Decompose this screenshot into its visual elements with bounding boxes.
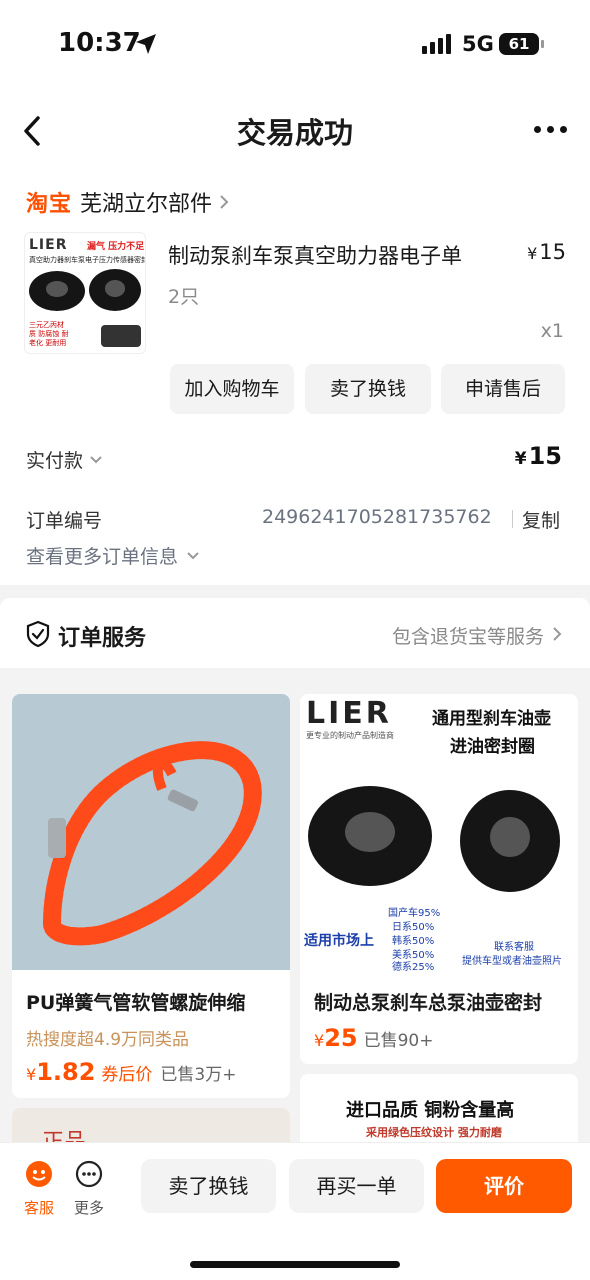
more-order-info-toggle[interactable]: 查看更多订单信息 — [26, 542, 200, 569]
more-options-icon[interactable] — [534, 126, 567, 133]
brand-tagline: 更专业的制动产品制造商 — [306, 731, 394, 740]
rec-price-row: ¥ 1.82 券后价 已售3万+ — [26, 1058, 237, 1086]
network-type: 5G — [462, 32, 494, 56]
market-stat: 韩系50% — [392, 936, 435, 947]
brake-seal-image: LIER 更专业的制动产品制造商 通用型刹车油壶 进油密封圈 适用市场上 国产车… — [300, 694, 578, 973]
product-quantity: x1 — [540, 320, 564, 342]
more-label: 更多 — [73, 1199, 104, 1217]
order-card: 淘宝 芜湖立尔部件 LIER 漏气 压力不足 真空助力器刹车泵电子压力传感器密封… — [0, 170, 590, 585]
paid-amount: ¥15 — [514, 442, 562, 470]
rec-sold-count: 已售3万+ — [160, 1065, 237, 1085]
product-price: ¥15 — [527, 240, 566, 264]
divider — [512, 510, 513, 528]
customer-service-label: 客服 — [23, 1199, 54, 1217]
rec-coupon-label: 券后价 — [101, 1065, 153, 1085]
rec-price: 1.82 — [36, 1058, 96, 1086]
market-stat: 德系25% — [392, 962, 435, 973]
sensor-image — [101, 325, 141, 347]
sell-for-cash-button[interactable]: 卖了换钱 — [141, 1159, 276, 1213]
battery-tip — [541, 40, 544, 48]
customer-service-icon — [26, 1161, 52, 1187]
more-icon — [75, 1160, 103, 1188]
sell-for-cash-button[interactable]: 卖了换钱 — [305, 364, 431, 414]
taobao-logo: 淘宝 — [26, 192, 73, 217]
chevron-right-icon — [553, 627, 562, 641]
image-subtitle: 采用绿色压纹设计 强力耐磨 — [366, 1126, 502, 1139]
recommended-product-card[interactable]: LIER 更专业的制动产品制造商 通用型刹车油壶 进油密封圈 适用市场上 国产车… — [300, 694, 578, 1064]
paid-label: 实付款 — [26, 450, 84, 472]
order-number: 2496241705281735762 — [262, 506, 492, 528]
thumbnail-brand: LIER — [29, 237, 68, 253]
market-label: 适用市场上 — [304, 933, 374, 949]
copy-button[interactable]: 复制 — [522, 506, 560, 533]
location-arrow-icon — [136, 34, 156, 54]
market-stat: 日系50% — [392, 922, 435, 933]
shield-check-icon — [26, 620, 50, 648]
order-number-label: 订单编号 — [26, 510, 103, 532]
image-headline: 进油密封圈 — [450, 737, 535, 757]
customer-service-button[interactable]: 客服 — [14, 1159, 64, 1218]
service-title: 订单服务 — [58, 626, 147, 651]
brand-logo: LIER — [306, 696, 392, 731]
nav-bar: 交易成功 — [0, 90, 590, 170]
rec-title: 制动总泵刹车总泵油壶密封 — [314, 992, 543, 1014]
rec-sold-count: 已售90+ — [363, 1031, 434, 1051]
product-spec: 2只 — [168, 286, 200, 308]
signal-icon — [422, 34, 451, 54]
bottom-action-bar: 客服 更多 卖了换钱 再买一单 评价 — [0, 1142, 590, 1280]
chevron-down-icon — [90, 455, 102, 463]
more-button[interactable]: 更多 — [64, 1159, 114, 1218]
page-title: 交易成功 — [236, 116, 353, 150]
home-indicator — [190, 1261, 400, 1268]
chevron-right-icon — [220, 195, 229, 209]
status-bar: 10:37 5G 61 — [0, 0, 590, 90]
product-thumbnail[interactable]: LIER 漏气 压力不足 真空助力器刹车泵电子压力传感器密封圈 三元乙丙材质 防… — [24, 232, 146, 354]
seal-ring-image — [460, 790, 560, 892]
request-after-sales-button[interactable]: 申请售后 — [441, 364, 565, 414]
seal-ring-image — [89, 269, 141, 311]
image-title: 进口品质 铜粉含量高 — [346, 1100, 515, 1121]
rec-hot-label: 热搜度超4.9万同类品 — [26, 1030, 190, 1050]
product-title[interactable]: 制动泵刹车泵真空助力器电子单 — [168, 240, 462, 270]
contact-label: 联系客服 — [494, 942, 534, 953]
shop-name: 芜湖立尔部件 — [80, 192, 213, 217]
chevron-down-icon — [187, 551, 199, 559]
seal-ring-image — [308, 786, 432, 886]
buy-again-button[interactable]: 再买一单 — [289, 1159, 424, 1213]
paid-amount-toggle[interactable]: 实付款 — [26, 446, 103, 473]
thumbnail-tag: 漏气 压力不足 — [87, 242, 145, 252]
review-button[interactable]: 评价 — [436, 1159, 572, 1213]
recommended-product-card[interactable]: PU弹簧气管软管螺旋伸缩 热搜度超4.9万同类品 ¥ 1.82 券后价 已售3万… — [12, 694, 290, 1098]
image-headline: 通用型刹车油壶 — [432, 709, 551, 729]
market-stat: 国产车95% — [388, 908, 441, 919]
seal-ring-image — [29, 271, 85, 311]
rec-price-row: ¥ 25 已售90+ — [314, 1024, 434, 1052]
coiled-hose-image — [12, 694, 290, 970]
rec-price: 25 — [324, 1024, 358, 1052]
shop-link[interactable]: 淘宝 芜湖立尔部件 — [26, 186, 230, 218]
battery-icon: 61 — [499, 33, 539, 55]
more-order-info-label: 查看更多订单信息 — [26, 546, 179, 568]
thumbnail-notes: 三元乙丙材质 防腐蚀 耐老化 更耐用 — [29, 321, 69, 347]
service-desc: 包含退货宝等服务 — [391, 626, 544, 648]
contact-label: 提供车型或者油壶照片 — [462, 956, 562, 967]
thumbnail-desc: 真空助力器刹车泵电子压力传感器密封圈 — [29, 256, 146, 264]
rec-title: PU弹簧气管软管螺旋伸缩 — [26, 992, 246, 1014]
order-service-row[interactable]: 订单服务 包含退货宝等服务 — [0, 598, 590, 668]
status-time: 10:37 — [58, 28, 141, 58]
add-to-cart-button[interactable]: 加入购物车 — [170, 364, 294, 414]
